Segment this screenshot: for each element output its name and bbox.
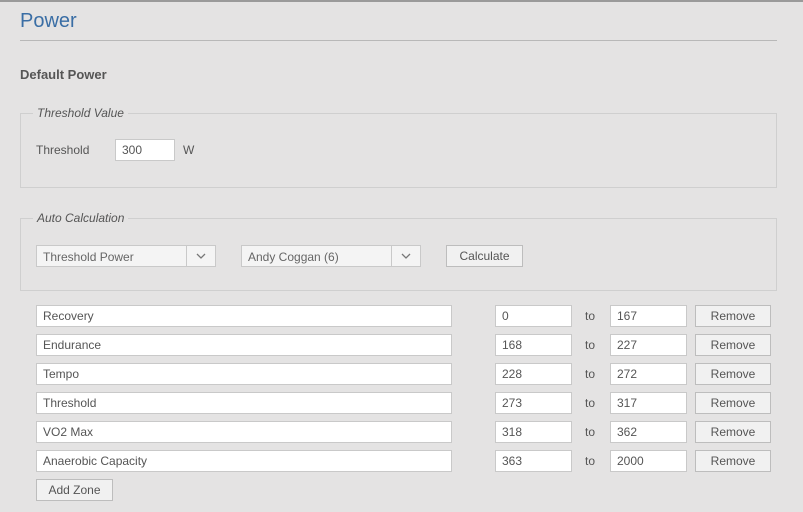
zone-name-input[interactable] <box>36 305 452 327</box>
page-title: Power <box>20 10 77 32</box>
zone-to-label: to <box>585 454 596 468</box>
calculation-model-value: Andy Coggan (6) <box>248 250 339 264</box>
zone-from-input[interactable] <box>495 363 572 385</box>
remove-zone-button[interactable]: Remove <box>695 421 771 443</box>
zone-from-input[interactable] <box>495 421 572 443</box>
zone-name-input[interactable] <box>36 450 452 472</box>
zone-to-label: to <box>585 338 596 352</box>
remove-zone-button[interactable]: Remove <box>695 392 771 414</box>
zone-to-input[interactable] <box>610 450 687 472</box>
zone-name-input[interactable] <box>36 392 452 414</box>
zone-name-input[interactable] <box>36 334 452 356</box>
zone-to-label: to <box>585 425 596 439</box>
calculation-method-select[interactable]: Threshold Power <box>36 245 216 267</box>
chevron-down-icon <box>391 246 420 266</box>
zone-to-input[interactable] <box>610 421 687 443</box>
zone-to-input[interactable] <box>610 392 687 414</box>
zone-from-input[interactable] <box>495 450 572 472</box>
calculate-button[interactable]: Calculate <box>446 245 523 267</box>
section-title: Default Power <box>20 67 107 82</box>
calculation-model-select[interactable]: Andy Coggan (6) <box>241 245 421 267</box>
zone-from-input[interactable] <box>495 334 572 356</box>
zone-to-label: to <box>585 396 596 410</box>
threshold-unit: W <box>183 143 195 157</box>
zone-to-label: to <box>585 367 596 381</box>
auto-calculation-legend: Auto Calculation <box>33 211 129 225</box>
zone-to-input[interactable] <box>610 334 687 356</box>
zone-from-input[interactable] <box>495 305 572 327</box>
title-divider <box>20 40 777 41</box>
top-border <box>0 0 803 2</box>
remove-zone-button[interactable]: Remove <box>695 450 771 472</box>
remove-zone-button[interactable]: Remove <box>695 305 771 327</box>
zone-to-input[interactable] <box>610 305 687 327</box>
remove-zone-button[interactable]: Remove <box>695 334 771 356</box>
threshold-legend: Threshold Value <box>33 106 128 120</box>
add-zone-button[interactable]: Add Zone <box>36 479 113 501</box>
zone-name-input[interactable] <box>36 363 452 385</box>
zone-to-input[interactable] <box>610 363 687 385</box>
chevron-down-icon <box>186 246 215 266</box>
zone-name-input[interactable] <box>36 421 452 443</box>
zone-to-label: to <box>585 309 596 323</box>
zone-from-input[interactable] <box>495 392 572 414</box>
threshold-label: Threshold <box>36 143 90 157</box>
calculation-method-value: Threshold Power <box>43 250 134 264</box>
remove-zone-button[interactable]: Remove <box>695 363 771 385</box>
threshold-input[interactable] <box>115 139 175 161</box>
